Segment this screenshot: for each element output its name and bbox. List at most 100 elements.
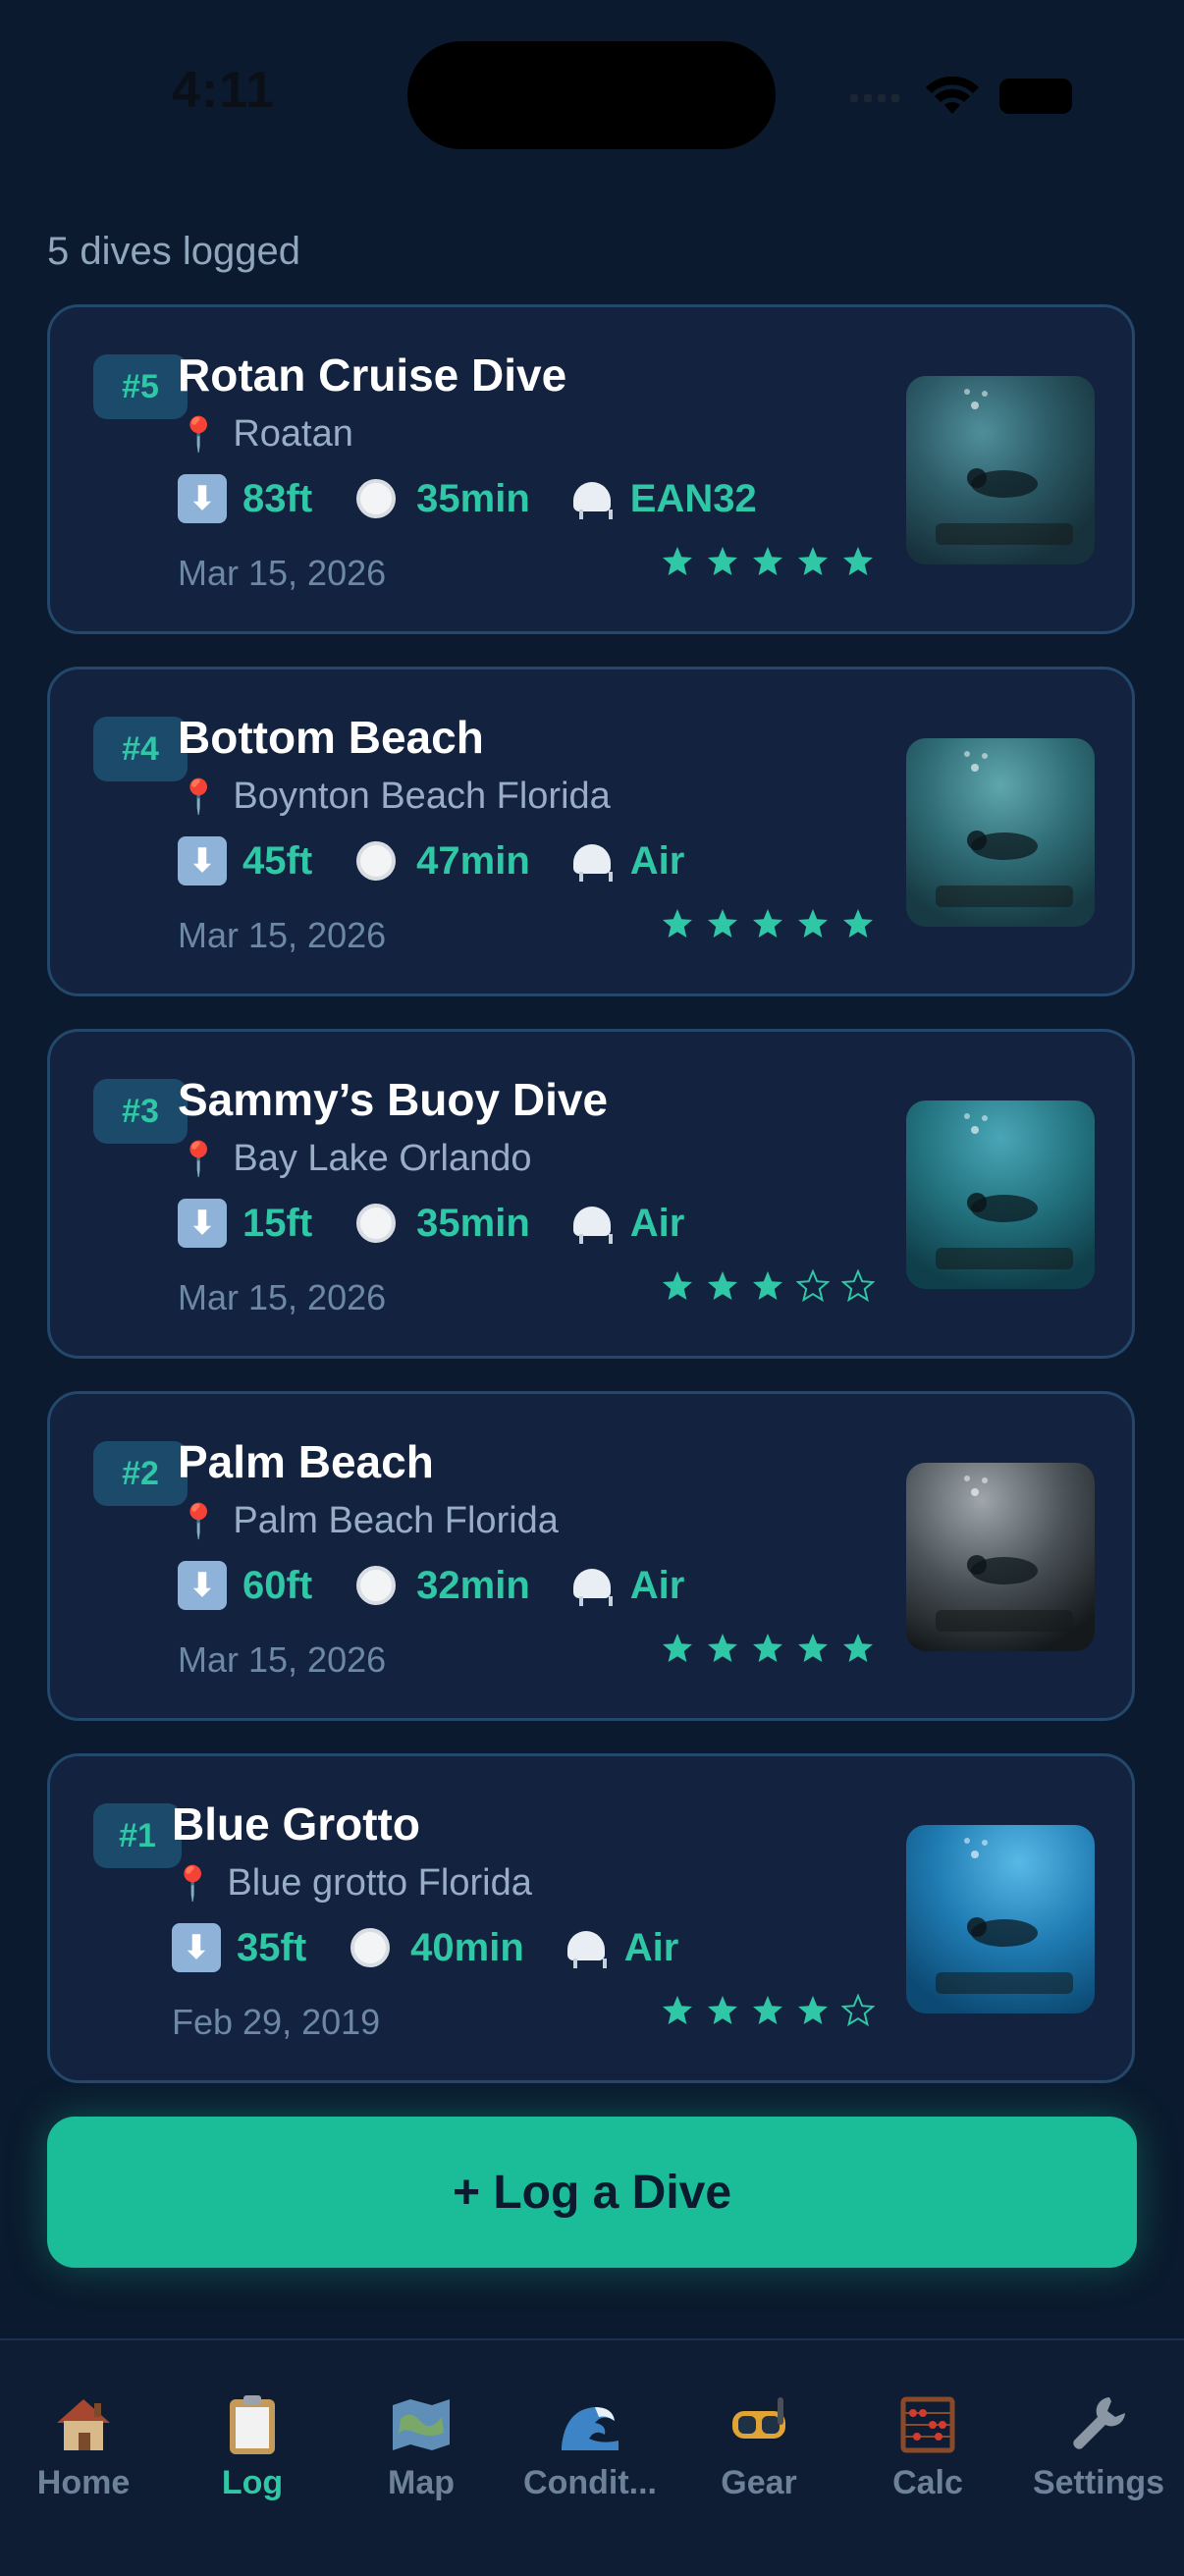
star-filled-icon <box>798 547 828 575</box>
dive-card[interactable]: #5 Rotan Cruise Dive 📍 Roatan ⬇ 83ft 35m… <box>47 304 1135 634</box>
dive-title: Bottom Beach <box>178 712 484 763</box>
dive-date: Mar 15, 2026 <box>178 915 387 955</box>
down-arrow-icon: ⬇ <box>178 1199 227 1248</box>
dive-photo[interactable] <box>906 1825 1095 2013</box>
location-pin-icon: 📍 <box>172 1864 214 1903</box>
dive-number-badge: #2 <box>93 1441 188 1506</box>
diver-silhouette-icon <box>936 1113 1073 1269</box>
depth-stat: ⬇ 35ft <box>172 1923 306 1972</box>
log-dive-button[interactable]: + Log a Dive <box>47 2117 1137 2268</box>
status-time: 4:11 <box>172 62 276 119</box>
tab-label-home: Home <box>36 2464 131 2501</box>
gas-value: Air <box>629 1563 685 1607</box>
gas-tank-icon <box>569 476 615 521</box>
depth-value: 83ft <box>242 476 313 520</box>
tab-map[interactable]: Map <box>338 2389 505 2502</box>
status-bar: 4:11 <box>0 0 1184 187</box>
gas-stat: EAN32 <box>569 476 757 521</box>
dive-photo[interactable] <box>906 376 1095 564</box>
diver-silhouette-icon <box>936 1838 1073 1994</box>
wave-icon <box>562 2407 619 2450</box>
stopwatch-icon <box>351 836 401 886</box>
dive-rating <box>661 1994 875 2027</box>
dive-card[interactable]: #1 Blue Grotto 📍 Blue grotto Florida ⬇ 3… <box>47 1753 1135 2083</box>
dive-date: Feb 29, 2019 <box>172 2002 381 2042</box>
dive-rating <box>661 1269 875 1303</box>
dive-stats: ⬇ 83ft 35min EAN32 <box>178 474 796 523</box>
star-filled-icon <box>663 1271 692 1300</box>
star-empty-icon <box>841 1994 875 2027</box>
dive-photo[interactable] <box>906 738 1095 927</box>
cellular-signal-icon <box>850 94 899 102</box>
tab-calc[interactable]: Calc <box>844 2389 1011 2502</box>
tab-conditions[interactable]: Condit... <box>507 2389 673 2502</box>
depth-stat: ⬇ 83ft <box>178 474 312 523</box>
dive-location: 📍 Palm Beach Florida <box>178 1500 559 1542</box>
dive-number-badge: #1 <box>93 1803 182 1868</box>
dive-title: Palm Beach <box>178 1436 434 1487</box>
tab-gear[interactable]: Gear <box>675 2389 842 2502</box>
gas-tank-icon <box>569 1201 615 1246</box>
tab-label-settings: Settings <box>1032 2464 1165 2501</box>
dive-rating <box>661 545 875 578</box>
stopwatch-icon <box>351 474 401 523</box>
dive-date: Mar 15, 2026 <box>178 553 387 593</box>
depth-stat: ⬇ 45ft <box>178 836 312 886</box>
tab-label-calc: Calc <box>892 2464 963 2501</box>
tab-home[interactable]: Home <box>0 2389 167 2502</box>
gas-stat: Air <box>564 1925 678 1970</box>
star-filled-icon <box>798 909 828 938</box>
dive-photo[interactable] <box>906 1463 1095 1651</box>
dive-title: Sammy’s Buoy Dive <box>178 1074 609 1125</box>
star-filled-icon <box>708 909 737 938</box>
star-filled-icon <box>663 1996 692 2024</box>
wifi-icon <box>926 77 979 114</box>
depth-stat: ⬇ 60ft <box>178 1561 312 1610</box>
depth-value: 60ft <box>242 1563 313 1607</box>
duration-value: 47min <box>416 838 530 883</box>
dive-rating <box>661 1632 875 1665</box>
star-filled-icon <box>798 1634 828 1662</box>
gas-value: EAN32 <box>629 476 757 520</box>
stopwatch-icon <box>346 1923 395 1972</box>
tab-bar: Home Log Map Condit... Gear Calc Setting… <box>0 2338 1184 2576</box>
diver-silhouette-icon <box>936 751 1073 907</box>
tab-log[interactable]: Log <box>169 2389 336 2502</box>
map-icon <box>393 2399 450 2450</box>
duration-stat: 35min <box>351 1199 530 1248</box>
dive-photo[interactable] <box>906 1100 1095 1289</box>
dive-location: 📍 Roatan <box>178 413 353 456</box>
diver-silhouette-icon <box>936 1476 1073 1632</box>
down-arrow-icon: ⬇ <box>178 474 227 523</box>
gas-stat: Air <box>569 1563 685 1608</box>
gas-tank-icon <box>569 1563 615 1608</box>
goggles-icon <box>732 2397 785 2439</box>
dive-number-badge: #4 <box>93 717 188 781</box>
dive-card[interactable]: #3 Sammy’s Buoy Dive 📍 Bay Lake Orlando … <box>47 1029 1135 1359</box>
star-filled-icon <box>708 547 737 575</box>
dive-title: Rotan Cruise Dive <box>178 349 567 401</box>
duration-stat: 35min <box>351 474 530 523</box>
tab-settings[interactable]: Settings <box>1015 2389 1182 2502</box>
duration-stat: 40min <box>346 1923 524 1972</box>
dive-title: Blue Grotto <box>172 1798 420 1850</box>
dive-location: 📍 Blue grotto Florida <box>172 1862 532 1905</box>
down-arrow-icon: ⬇ <box>172 1923 221 1972</box>
dive-card[interactable]: #4 Bottom Beach 📍 Boynton Beach Florida … <box>47 667 1135 996</box>
dive-date: Mar 15, 2026 <box>178 1277 387 1317</box>
stopwatch-icon <box>351 1199 401 1248</box>
dive-number-badge: #5 <box>93 354 188 419</box>
depth-value: 35ft <box>237 1925 307 1969</box>
down-arrow-icon: ⬇ <box>178 836 227 886</box>
house-icon <box>57 2399 110 2450</box>
dive-location-text: Roatan <box>233 413 353 455</box>
star-empty-icon <box>841 1269 875 1303</box>
star-filled-icon <box>843 909 873 938</box>
dive-card[interactable]: #2 Palm Beach 📍 Palm Beach Florida ⬇ 60f… <box>47 1391 1135 1721</box>
dive-stats: ⬇ 35ft 40min Air <box>172 1923 718 1972</box>
star-filled-icon <box>708 1996 737 2024</box>
down-arrow-icon: ⬇ <box>178 1561 227 1610</box>
diver-silhouette-icon <box>936 389 1073 545</box>
dive-stats: ⬇ 60ft 32min Air <box>178 1561 724 1610</box>
star-filled-icon <box>753 1996 782 2024</box>
